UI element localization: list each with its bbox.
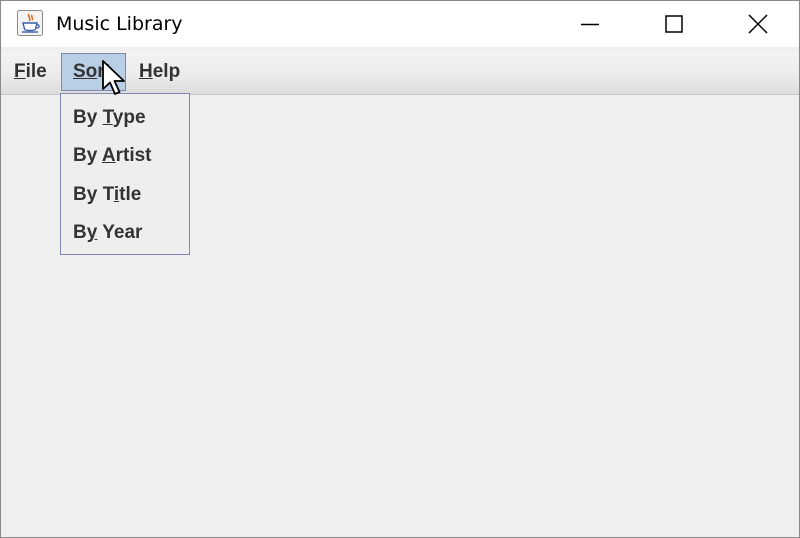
- sort-by-artist-label-end: rtist: [115, 145, 152, 166]
- minimize-button[interactable]: [567, 1, 613, 47]
- close-icon: [748, 14, 768, 34]
- minimize-icon: [581, 23, 599, 26]
- mouse-cursor-icon: [102, 60, 125, 95]
- sort-dropdown-menu: By Type By Artist By Title By Year: [60, 93, 190, 255]
- sort-by-year-label-start: B: [73, 222, 87, 243]
- java-cup-icon[interactable]: [17, 10, 43, 36]
- sort-by-title-label-start: By T: [73, 184, 114, 205]
- maximize-button[interactable]: [651, 1, 697, 47]
- window-title: Music Library: [56, 13, 183, 35]
- sort-by-year-item[interactable]: By Year: [73, 218, 142, 248]
- maximize-icon: [665, 15, 683, 33]
- sort-by-title-item[interactable]: By Title: [73, 180, 141, 210]
- sort-by-type-item[interactable]: By Type: [73, 103, 146, 133]
- sort-by-artist-label-start: By: [73, 145, 102, 166]
- close-button[interactable]: [735, 1, 781, 47]
- sort-by-type-label-end: ype: [112, 107, 146, 128]
- menu-file[interactable]: File: [12, 53, 49, 91]
- menu-help-mnemonic: H: [139, 61, 153, 82]
- menu-help-label-end: elp: [152, 61, 181, 82]
- menu-file-mnemonic: F: [14, 61, 26, 82]
- sort-by-artist-mnemonic: A: [101, 145, 116, 166]
- sort-by-year-label-end: Year: [97, 222, 143, 243]
- title-bar[interactable]: Music Library: [1, 1, 799, 47]
- sort-by-title-label-end: tle: [119, 184, 142, 205]
- sort-by-type-label-start: By: [73, 107, 103, 128]
- menu-file-label-end: ile: [25, 61, 47, 82]
- sort-by-type-mnemonic: T: [102, 107, 113, 128]
- sort-by-year-mnemonic: y: [86, 222, 98, 243]
- sort-by-artist-item[interactable]: By Artist: [73, 141, 152, 171]
- app-window: Music Library File Sort Help By Type By …: [0, 0, 800, 538]
- menu-sort-mnemonic: So: [73, 61, 98, 82]
- menu-help[interactable]: Help: [137, 53, 182, 91]
